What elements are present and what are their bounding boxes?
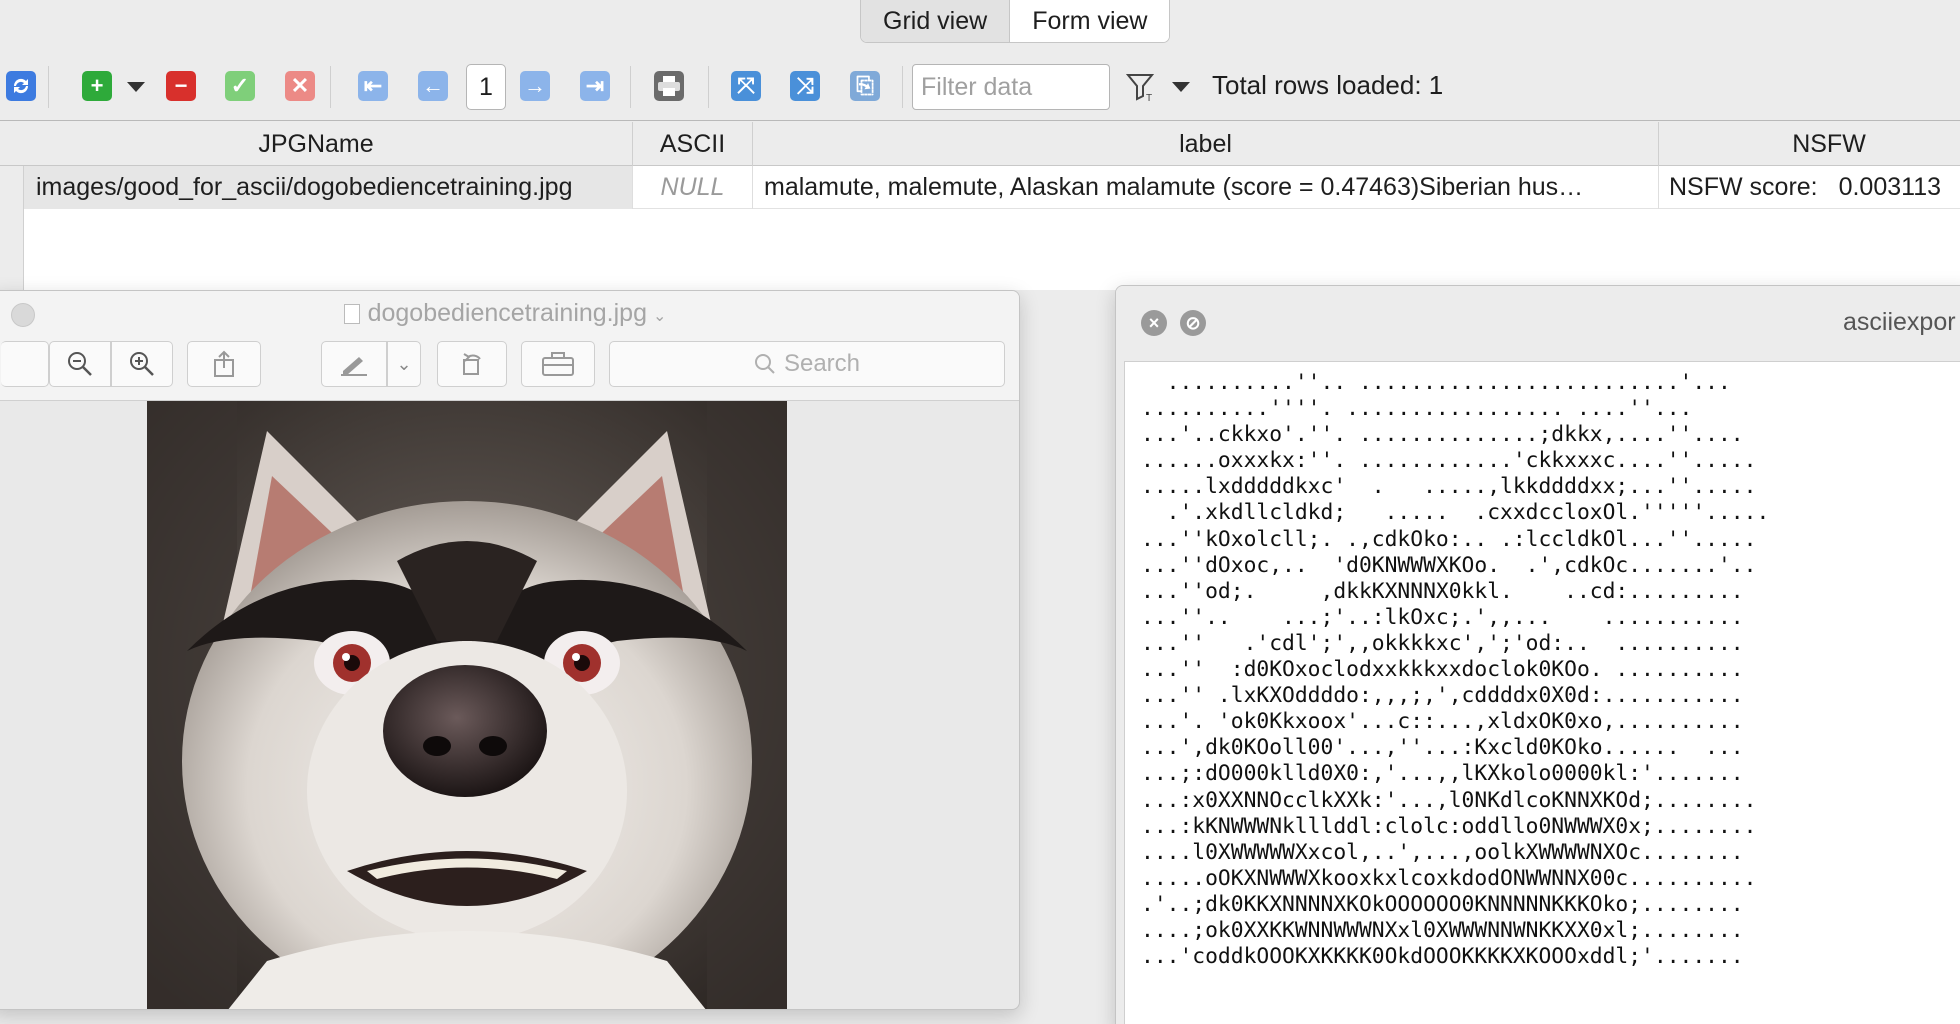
ascii-line: ..........''.. .........................… [1141,370,1731,395]
ascii-line: ...''dOxoc,.. 'd0KNWWWXKOo. .',cdkOc....… [1141,552,1757,578]
preview-filename[interactable]: dogobediencetraining.jpg ⌄ [0,299,1019,328]
toolbar-separator [708,66,709,108]
first-page-icon[interactable]: ⇤ [358,71,388,101]
chevron-down-icon: ⌄ [653,308,667,325]
ascii-line: ...;:dO000klld0X0:,'...,,lKXkolo0000kl:'… [1141,761,1744,787]
preview-window: dogobediencetraining.jpg ⌄ ⌄ Search [0,290,1020,1010]
data-toolbar: + − ✓ ✕ ⇤ ← 1 → ⇥ ⤧ ⤨ ⎘ Filter data T To… [0,52,1960,121]
cell-label[interactable]: malamute, malemute, Alaskan malamute (sc… [753,166,1659,209]
ascii-text-area[interactable]: ..........''.. .........................… [1124,361,1960,1024]
view-toggle-bar: Grid view Form view [0,0,1960,52]
zoom-out-button[interactable] [49,341,111,387]
ascii-line: ....l0XWWWWWXxcol,..',...,oolkXWWWWNXOc.… [1141,839,1744,865]
ascii-line: ...'' .lxKXOddddo:,,,;,',cddddx0X0d:....… [1141,683,1744,709]
total-rows-label: Total rows loaded: 1 [1212,70,1444,100]
sidebar-toggle-button[interactable] [1,341,49,387]
ascii-line: ...'' :d0KOxoclodxxkkkxxdoclok0KOo. ....… [1141,657,1744,683]
next-page-icon[interactable]: → [520,71,550,101]
add-row-icon[interactable]: + [82,71,112,101]
toolbar-separator [330,66,331,108]
app-root: Grid view Form view + − ✓ ✕ ⇤ ← 1 → ⇥ ⤧ … [0,0,1960,1024]
zoom-in-icon [130,352,154,376]
preview-titlebar: dogobediencetraining.jpg ⌄ ⌄ Search [0,291,1019,401]
ascii-line: ...'' .'cdl';',,okkkkxc',';'od:.. ......… [1141,630,1744,656]
page-number-input[interactable]: 1 [466,64,506,110]
column-header-label[interactable]: label [753,122,1659,166]
cell-jpgname[interactable]: images/good_for_ascii/dogobediencetraini… [24,166,633,209]
rollback-icon[interactable]: ✕ [285,71,315,101]
filter-data-input[interactable]: Filter data [912,64,1110,110]
row-gutter [0,166,24,290]
form-view-tab[interactable]: Form view [1010,0,1170,42]
toolbox-icon [542,352,574,376]
ascii-line: .'..;dk0KKXNNNNXKOkOOOOOO0KNNNNNKKKOko;.… [1141,891,1744,917]
ascii-line: ...''.. ...;'..:lkOxc;.',,... ..........… [1141,604,1744,630]
nsfw-score-value: 0.003113 [1838,173,1941,201]
document-icon [343,304,360,324]
column-header-ascii[interactable]: ASCII [633,122,753,166]
delete-row-icon[interactable]: − [166,71,196,101]
refresh-icon[interactable] [6,71,36,101]
ascii-line: ...',dk0KOoll00'...,''...:Kxcld0KOko....… [1141,735,1744,761]
ascii-line: ...:x0XXNNOcclkXXk:'...,l0NKdlcoKNNXKOd;… [1141,787,1757,813]
grid-view-tab[interactable]: Grid view [861,0,1011,42]
view-toggle: Grid view Form view [860,0,1171,43]
ascii-line: ......oxxxkx:''. ............'ckkxxxc...… [1141,448,1757,474]
ascii-line: ...''kOxolcll;. .,cdkOko:.. .:lccldkOl..… [1141,526,1757,552]
print-icon[interactable] [654,71,684,101]
pen-icon [341,357,367,376]
ascii-line: .....lxdddddkxc' . .....,lkkddddxx;...''… [1141,474,1757,500]
ascii-line: ...'. 'ok0Kkxoox'...c::...,xldxOK0xo,...… [1141,709,1744,735]
toolbar-separator [48,66,49,108]
preview-search-field[interactable]: Search [609,341,1005,387]
ascii-line: ...'coddkOOOKXKKKK0OkdOOOKKKKXKOOOxddl;'… [1141,944,1744,970]
collapse-columns-icon[interactable]: ⤨ [790,71,820,101]
rotate-button[interactable] [437,341,507,387]
ascii-line: ...'..ckkxo'.''. ..............;dkkx,...… [1141,422,1744,448]
ascii-line: .'.xkdllcldkd; ..... .cxxdccloxOl.'''''.… [1141,500,1770,526]
ascii-line: ....;ok0XXKKWNNWWWNXxl0XWWWNNWNKKXX0xl;.… [1141,917,1744,943]
close-icon[interactable]: × [1141,310,1167,336]
ascii-window-titlebar: × ⊘ asciiexpor [1116,286,1960,361]
toolbar-separator [902,66,903,108]
cell-nsfw[interactable]: NSFW score: 0.003113 [1659,166,1960,209]
zoom-out-icon [68,352,92,376]
nsfw-score-label: NSFW score: [1669,173,1818,201]
ascii-line: .....oOKXNWWWXkooxkxlcoxkdodONWWNNX00c..… [1141,865,1757,891]
rotate-icon [463,353,481,375]
column-header-jpgname[interactable]: JPGName [0,122,633,166]
filter-icon[interactable]: T [1125,72,1156,107]
share-icon [214,350,234,377]
toolbox-button[interactable] [521,341,595,387]
zoom-in-button[interactable] [111,341,173,387]
ascii-line: ...''od;. ,dkkKXNNNX0kkl. ..cd:......... [1141,578,1744,604]
dog-photo-image [147,401,787,1009]
search-icon [754,354,775,374]
cell-ascii[interactable]: NULL [633,166,753,209]
add-row-dropdown-icon[interactable] [127,82,145,92]
table-row[interactable]: 1 images/good_for_ascii/dogobediencetrai… [0,166,1960,209]
fit-columns-icon[interactable]: ⤧ [731,71,761,101]
grid-header: JPGName ASCII label NSFW [0,122,1960,166]
column-header-nsfw[interactable]: NSFW [1659,122,1960,166]
ascii-line: ..........''''. ................. ....''… [1141,396,1693,422]
markup-dropdown-button[interactable]: ⌄ [387,341,421,387]
chevron-down-icon: ⌄ [396,353,412,374]
markup-button[interactable] [321,341,387,387]
share-button[interactable] [187,341,261,387]
prev-page-icon[interactable]: ← [418,71,448,101]
filter-dropdown-icon[interactable] [1172,82,1190,92]
ascii-art-text: ..........''.. .........................… [1141,370,1769,970]
commit-icon[interactable]: ✓ [225,71,255,101]
ascii-line: ...:kKNWWWNklllddl:clolc:oddllo0NWWWX0x;… [1141,813,1757,839]
export-icon[interactable]: ⎘ [850,71,880,101]
last-page-icon[interactable]: ⇥ [580,71,610,101]
minimize-icon[interactable]: ⊘ [1180,310,1206,336]
svg-text:T: T [1146,93,1152,102]
data-grid: JPGName ASCII label NSFW 1 images/good_f… [0,122,1960,290]
toolbar-separator [630,66,631,108]
ascii-export-window: × ⊘ asciiexpor ..........''.. ..........… [1115,285,1960,1024]
ascii-window-title: asciiexpor [1843,308,1956,336]
